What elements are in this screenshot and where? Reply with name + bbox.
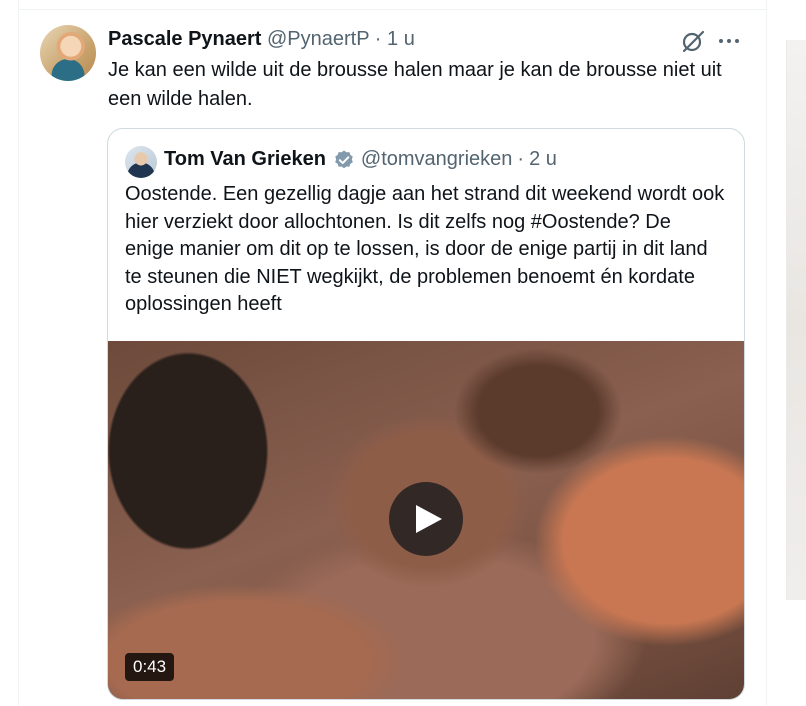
- video-player[interactable]: 0:43: [108, 341, 744, 699]
- play-icon: [416, 505, 442, 533]
- post-divider: [18, 9, 767, 10]
- post-text: Je kan een wilde uit de brousse halen ma…: [108, 59, 722, 110]
- play-button[interactable]: [389, 482, 463, 556]
- post-time[interactable]: 1 u: [387, 28, 415, 50]
- quoted-header-separator: ·: [517, 148, 525, 170]
- quoted-post[interactable]: Tom Van Grieken @tomvangrieken · 2 u Oos…: [107, 128, 745, 700]
- author-avatar[interactable]: [40, 25, 96, 81]
- quoted-author-avatar[interactable]: [125, 146, 157, 178]
- quoted-post-header: Tom Van Grieken @tomvangrieken · 2 u: [164, 148, 557, 171]
- sidebar-media-edge: [786, 40, 806, 600]
- grok-icon[interactable]: [679, 27, 707, 55]
- post-header: Pascale Pynaert @PynaertP · 1 u: [108, 28, 415, 51]
- quoted-post-text: Oostende. Een gezellig dagje aan het str…: [125, 183, 725, 315]
- timeline-right-border: [766, 0, 767, 706]
- quoted-post-time[interactable]: 2 u: [529, 148, 557, 171]
- quoted-author-name[interactable]: Tom Van Grieken: [164, 148, 326, 171]
- more-icon[interactable]: [719, 38, 743, 44]
- author-name[interactable]: Pascale Pynaert: [108, 28, 261, 50]
- video-duration: 0:43: [125, 653, 175, 681]
- header-separator: ·: [374, 28, 382, 50]
- timeline-left-border: [18, 0, 19, 706]
- author-handle[interactable]: @PynaertP: [267, 28, 369, 50]
- quoted-author-handle[interactable]: @tomvangrieken: [361, 148, 512, 171]
- verified-badge-icon: [333, 149, 355, 171]
